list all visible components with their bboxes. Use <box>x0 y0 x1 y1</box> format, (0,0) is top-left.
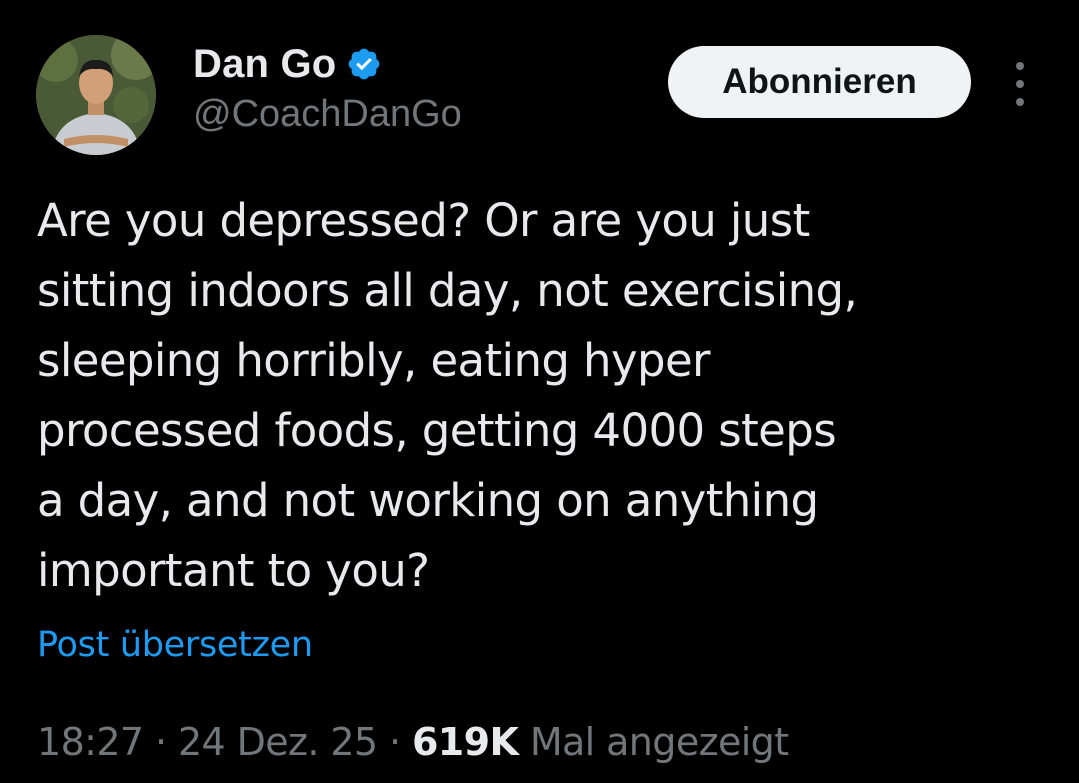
meta-separator: · <box>155 720 167 764</box>
more-vertical-icon[interactable] <box>1004 62 1036 106</box>
more-dot <box>1016 98 1024 106</box>
more-dot <box>1016 80 1024 88</box>
tweet-text: Are you depressed? Or are you just sitti… <box>37 186 1047 606</box>
tweet-time[interactable]: 18:27 <box>37 720 144 764</box>
author-name-row[interactable]: Dan Go <box>193 40 382 88</box>
tweet-text-line: a day, and not working on anything <box>37 474 819 527</box>
author-display-name[interactable]: Dan Go <box>193 42 336 87</box>
more-dot <box>1016 62 1024 70</box>
tweet-text-line: sitting indoors all day, not exercising, <box>37 264 858 317</box>
meta-separator: · <box>388 720 401 764</box>
tweet-text-line: processed foods, getting 4000 steps <box>37 404 837 457</box>
tweet-text-line: sleeping horribly, eating hyper <box>37 334 711 387</box>
avatar[interactable] <box>36 35 156 155</box>
tweet-meta: 18:27 · 24 Dez. 25 · 619K Mal angezeigt <box>37 720 789 764</box>
tweet-detail: Dan Go @CoachDanGo Abonnieren Are you de… <box>0 0 1079 783</box>
views-label: Mal angezeigt <box>529 720 789 764</box>
verified-badge-icon[interactable] <box>346 46 382 82</box>
tweet-text-line: important to you? <box>37 544 430 597</box>
translate-post-link[interactable]: Post übersetzen <box>37 625 313 665</box>
follow-button[interactable]: Abonnieren <box>668 46 971 118</box>
views-count[interactable]: 619K <box>412 720 519 764</box>
tweet-text-line: Are you depressed? Or are you just <box>37 194 810 247</box>
author-handle[interactable]: @CoachDanGo <box>193 93 462 136</box>
tweet-date[interactable]: 24 Dez. 25 <box>178 720 378 764</box>
avatar-image <box>36 35 156 155</box>
